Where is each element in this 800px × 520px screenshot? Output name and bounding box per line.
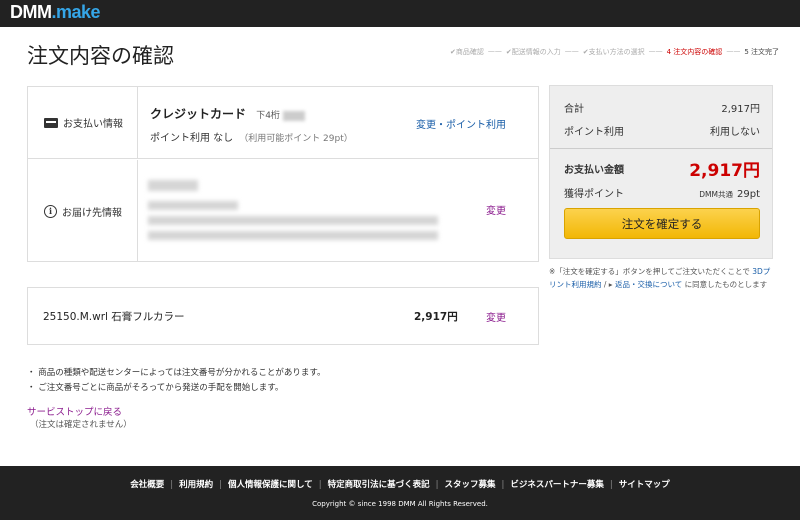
- footer: 会社概要 | 利用規約 | 個人情報保護に関して | 特定商取引法に基づく表記 | スタッフ募集…: [0, 466, 800, 520]
- footer-separator: |: [170, 480, 174, 490]
- footer-link[interactable]: スタッフ募集: [445, 480, 496, 490]
- card-last-digits: 下4桁: [256, 110, 305, 121]
- footer-link[interactable]: 個人情報保護に関して: [228, 480, 313, 490]
- footer-separator: |: [609, 480, 613, 490]
- points-use-text: ポイント利用 なし: [150, 133, 234, 144]
- subtotal-label: 合計: [564, 104, 584, 115]
- note-line: ・ ご注文番号ごとに商品がそろってから発送の手配を開始します。: [27, 383, 284, 393]
- checkout-step: ✔商品確認: [450, 48, 484, 56]
- back-link-note: （注文は確定されません）: [30, 420, 132, 430]
- footer-link[interactable]: 会社概要: [130, 480, 164, 490]
- delivery-info-row: i お届け先情報 変更: [28, 160, 538, 262]
- top-bar: DMM.make: [0, 0, 800, 27]
- footer-separator: |: [501, 480, 505, 490]
- earn-points-prefix: DMM共通: [699, 190, 733, 199]
- summary-divider: [550, 148, 772, 149]
- logo-dmm: DMM: [10, 2, 52, 22]
- change-payment-link[interactable]: 変更・ポイント利用: [416, 116, 506, 131]
- order-summary: 合計 2,917円 ポイント利用 利用しない お支払い金額 2,917円 獲得ポ…: [549, 85, 773, 259]
- terms-agreement: ※「注文を確定する」ボタンを押してご注文いただくことで 3Dプリント利用規約 /…: [549, 265, 777, 291]
- checkout-step: 4 注文内容の確認: [666, 48, 723, 56]
- checkout-step: ✔支払い方法の選択: [582, 48, 645, 56]
- points-available: （利用可能ポイント 29pt）: [239, 134, 353, 144]
- step-separator: ——: [564, 47, 579, 55]
- item-name: 25150.M.wrl 石膏フルカラー: [43, 311, 185, 323]
- order-item-panel: 25150.M.wrl 石膏フルカラー 2,917円 変更: [27, 287, 539, 345]
- change-delivery-link[interactable]: 変更: [486, 202, 506, 217]
- footer-link[interactable]: サイトマップ: [619, 480, 670, 490]
- step-separator: ——: [648, 47, 663, 55]
- payment-label-text: お支払い情報: [63, 119, 123, 130]
- back-to-service-link[interactable]: サービストップに戻る: [27, 404, 122, 418]
- agree-text-2: / ▸: [601, 280, 615, 289]
- total-row: お支払い金額 2,917円: [564, 156, 760, 181]
- total-value: 2,917円: [689, 161, 760, 181]
- page-title: 注文内容の確認: [27, 44, 174, 68]
- footer-links: 会社概要 | 利用規約 | 個人情報保護に関して | 特定商取引法に基づく表記 | スタッフ募集…: [0, 478, 800, 490]
- order-notes: ・ 商品の種類や配送センターによっては注文番号が分かれることがあります。 ・ ご…: [27, 366, 326, 396]
- item-price: 2,917円: [414, 311, 458, 323]
- points-use-label: ポイント利用: [564, 127, 624, 138]
- agree-text-3: に同意したものとします: [682, 280, 768, 289]
- change-item-link[interactable]: 変更: [486, 309, 506, 324]
- masked-recipient-name: [148, 180, 198, 191]
- confirm-order-button[interactable]: 注文を確定する: [564, 208, 760, 239]
- order-info-panel: お支払い情報 クレジットカード 下4桁 ポイント利用 なし （利用可能ポイント 2…: [27, 86, 539, 262]
- logo-make: .make: [51, 2, 101, 22]
- footer-separator: |: [219, 480, 222, 490]
- info-icon: i: [44, 204, 57, 218]
- masked-postal-code: [148, 201, 238, 210]
- subtotal-row: 合計 2,917円: [564, 100, 760, 115]
- masked-address-line2: [148, 231, 438, 240]
- step-separator: ——: [726, 47, 741, 55]
- earn-points-value: 29pt: [737, 189, 760, 200]
- checkout-steps: ✔商品確認 —— ✔配送情報の入力 —— ✔支払い方法の選択 —— 4 注文内容の確認 —— 5…: [450, 47, 779, 57]
- credit-card-icon: [44, 117, 58, 128]
- footer-link[interactable]: 特定商取引法に基づく表記: [328, 480, 430, 490]
- checkout-step: 5 注文完了: [744, 48, 779, 56]
- delivery-label-text: お届け先情報: [62, 207, 122, 219]
- payment-method-name: クレジットカード: [150, 107, 247, 121]
- delivery-info-label: i お届け先情報: [28, 160, 138, 262]
- points-use-row: ポイント利用 利用しない: [564, 123, 760, 138]
- footer-link[interactable]: 利用規約: [179, 480, 213, 490]
- earn-points-row: 獲得ポイント DMM共通 29pt: [564, 185, 760, 200]
- note-line: ・ 商品の種類や配送センターによっては注文番号が分かれることがあります。: [27, 368, 326, 378]
- dmm-make-logo[interactable]: DMM.make: [10, 2, 101, 23]
- footer-link[interactable]: ビジネスパートナー募集: [510, 480, 604, 490]
- checkout-step: ✔配送情報の入力: [505, 48, 561, 56]
- returns-link[interactable]: 返品・交換について: [615, 280, 682, 289]
- payment-info-row: お支払い情報 クレジットカード 下4桁 ポイント利用 なし （利用可能ポイント 2…: [28, 87, 538, 159]
- footer-separator: |: [435, 480, 439, 490]
- masked-card-digits: [282, 110, 305, 121]
- total-label: お支払い金額: [564, 165, 624, 176]
- copyright: Copyright © since 1998 DMM All Rights Re…: [312, 500, 488, 508]
- masked-address-line1: [148, 216, 438, 225]
- payment-info-label: お支払い情報: [28, 87, 138, 158]
- footer-separator: |: [318, 480, 322, 490]
- subtotal-value: 2,917円: [721, 104, 760, 115]
- payment-method: クレジットカード 下4桁: [150, 105, 305, 122]
- earn-points-label: 獲得ポイント: [564, 189, 624, 200]
- payment-points: ポイント利用 なし （利用可能ポイント 29pt）: [150, 129, 353, 144]
- agree-text-1: ※「注文を確定する」ボタンを押してご注文いただくことで: [549, 267, 753, 276]
- step-separator: ——: [487, 47, 502, 55]
- points-use-value: 利用しない: [710, 127, 760, 138]
